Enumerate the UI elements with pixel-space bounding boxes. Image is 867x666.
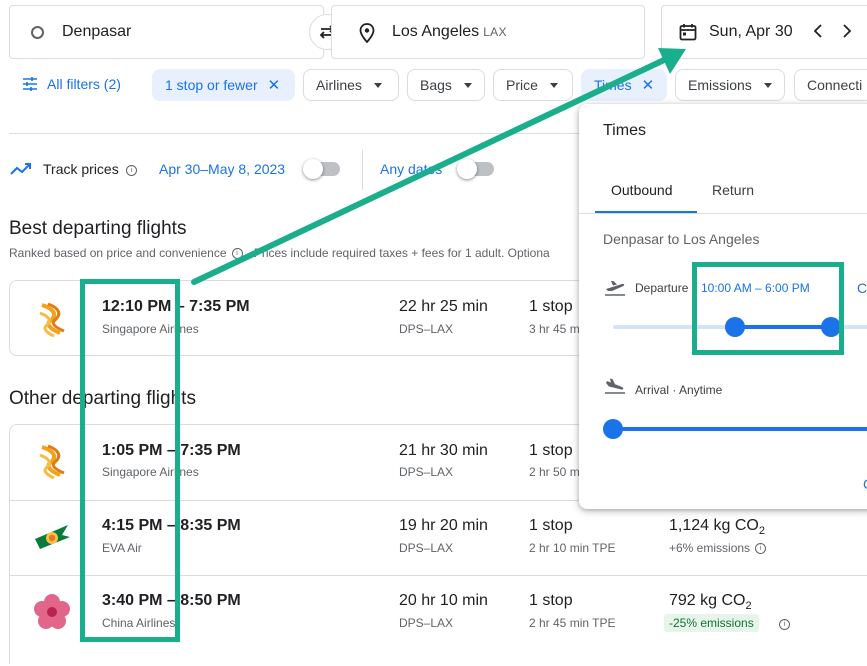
annotation-arrow-icon <box>191 48 686 285</box>
